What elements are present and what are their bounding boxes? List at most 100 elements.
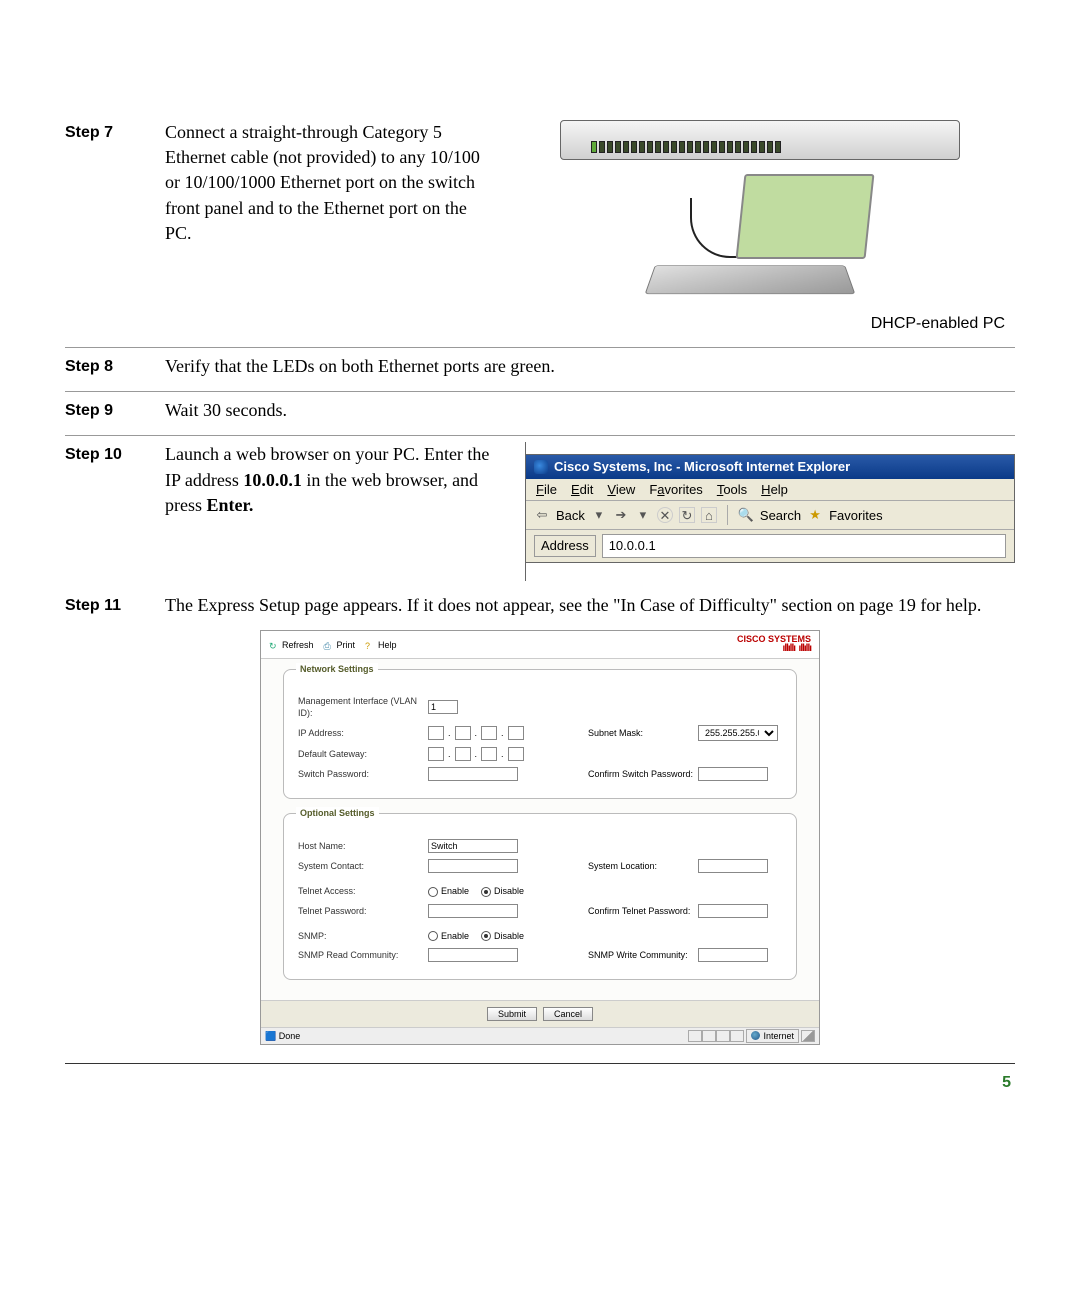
- separator: [727, 505, 728, 525]
- snmp-label: SNMP:: [298, 930, 428, 942]
- status-internet: Internet: [746, 1029, 799, 1043]
- ip-oct-2[interactable]: [455, 726, 471, 740]
- dropdown-icon[interactable]: ▾: [635, 507, 651, 523]
- gw-oct-4[interactable]: [508, 747, 524, 761]
- step-8-label: Step 8: [65, 354, 165, 379]
- network-settings-legend: Network Settings: [296, 663, 378, 675]
- ip-label: IP Address:: [298, 727, 428, 739]
- menu-favorites[interactable]: Favorites: [649, 481, 702, 499]
- laptop-base-icon: [645, 265, 856, 294]
- gw-oct-1[interactable]: [428, 747, 444, 761]
- snmp-write-input[interactable]: [698, 948, 768, 962]
- form-body: Network Settings Management Interface (V…: [261, 659, 819, 1000]
- step-7-label: Step 7: [65, 120, 165, 144]
- gateway-input-group: ...: [428, 747, 578, 761]
- form-top-bar: ↻Refresh ⎙Print ?Help CISCO SYSTEMSıllıl…: [261, 631, 819, 659]
- gw-oct-2[interactable]: [455, 747, 471, 761]
- gateway-label: Default Gateway:: [298, 748, 428, 760]
- refresh-icon[interactable]: ↻: [679, 507, 695, 523]
- location-input[interactable]: [698, 859, 768, 873]
- page-number: 5: [65, 1072, 1015, 1094]
- browser-address-bar: Address 10.0.0.1: [526, 530, 1014, 562]
- menu-file[interactable]: File: [536, 481, 557, 499]
- ip-oct-4[interactable]: [508, 726, 524, 740]
- menu-tools[interactable]: Tools: [717, 481, 747, 499]
- switch-illustration: [560, 120, 960, 160]
- switch-password-label: Switch Password:: [298, 768, 428, 780]
- help-icon: ?: [365, 640, 375, 650]
- telnet-password-label: Telnet Password:: [298, 905, 428, 917]
- confirm-telnet-password-input[interactable]: [698, 904, 768, 918]
- step-10-row: Step 10 Launch a web browser on your PC.…: [65, 442, 1015, 581]
- express-setup-screenshot: ↻Refresh ⎙Print ?Help CISCO SYSTEMSıllıl…: [260, 630, 820, 1045]
- forward-arrow-icon[interactable]: ➔: [613, 507, 629, 523]
- confirm-switch-password-label: Confirm Switch Password:: [578, 768, 698, 780]
- step-11-text: The Express Setup page appears. If it do…: [165, 593, 1015, 618]
- refresh-icon: ↻: [269, 640, 279, 650]
- divider: [525, 442, 1015, 454]
- contact-input[interactable]: [428, 859, 518, 873]
- dhcp-caption: DHCP-enabled PC: [871, 313, 1015, 335]
- menu-view[interactable]: View: [607, 481, 635, 499]
- optional-settings-fieldset: Optional Settings Host Name: System Cont…: [283, 813, 797, 979]
- print-icon: ⎙: [324, 640, 334, 650]
- search-icon[interactable]: 🔍: [738, 507, 754, 523]
- cancel-button[interactable]: Cancel: [543, 1007, 593, 1021]
- ip-oct-3[interactable]: [481, 726, 497, 740]
- vlan-input[interactable]: [428, 700, 458, 714]
- refresh-link[interactable]: ↻Refresh: [269, 639, 314, 651]
- ip-input-group: ...: [428, 726, 578, 740]
- browser-titlebar: Cisco Systems, Inc - Microsoft Internet …: [526, 455, 1014, 479]
- ie-icon: [534, 460, 548, 474]
- step-7-row: Step 7 Connect a straight-through Catego…: [65, 120, 1015, 335]
- host-input[interactable]: [428, 839, 518, 853]
- telnet-access-label: Telnet Access:: [298, 885, 428, 897]
- step-9-text: Wait 30 seconds.: [165, 398, 1015, 423]
- snmp-disable-radio[interactable]: Disable: [481, 930, 524, 942]
- back-button[interactable]: Back: [556, 507, 585, 525]
- resize-grip-icon: [801, 1030, 815, 1042]
- gw-oct-3[interactable]: [481, 747, 497, 761]
- network-settings-fieldset: Network Settings Management Interface (V…: [283, 669, 797, 799]
- step-10-label: Step 10: [65, 442, 165, 466]
- divider: [65, 435, 1015, 436]
- step-11-row: Step 11 The Express Setup page appears. …: [65, 593, 1015, 618]
- switch-ports-icon: [591, 141, 781, 153]
- step-10-figure: Cisco Systems, Inc - Microsoft Internet …: [525, 442, 1015, 581]
- print-link[interactable]: ⎙Print: [324, 639, 356, 651]
- telnet-password-input[interactable]: [428, 904, 518, 918]
- laptop-screen-icon: [736, 174, 875, 259]
- telnet-enable-radio[interactable]: Enable: [428, 885, 469, 897]
- switch-password-input[interactable]: [428, 767, 518, 781]
- step-7-figure: DHCP-enabled PC: [505, 120, 1015, 335]
- telnet-disable-radio[interactable]: Disable: [481, 885, 524, 897]
- status-bar: 🟦 Done Internet: [261, 1028, 819, 1044]
- menu-help[interactable]: Help: [761, 481, 788, 499]
- divider: [65, 391, 1015, 392]
- menu-edit[interactable]: Edit: [571, 481, 593, 499]
- snmp-read-input[interactable]: [428, 948, 518, 962]
- subnet-select[interactable]: 255.255.255.0: [698, 725, 778, 741]
- laptop-illustration: [650, 174, 870, 304]
- snmp-enable-radio[interactable]: Enable: [428, 930, 469, 942]
- help-link[interactable]: ?Help: [365, 639, 397, 651]
- address-field[interactable]: 10.0.0.1: [602, 534, 1006, 558]
- dropdown-icon[interactable]: ▾: [591, 507, 607, 523]
- step-7-text: Connect a straight-through Category 5 Et…: [165, 120, 485, 246]
- address-label: Address: [534, 535, 596, 557]
- stop-icon[interactable]: ✕: [657, 507, 673, 523]
- location-label: System Location:: [578, 860, 698, 872]
- ip-oct-1[interactable]: [428, 726, 444, 740]
- browser-window: Cisco Systems, Inc - Microsoft Internet …: [525, 454, 1015, 563]
- submit-button[interactable]: Submit: [487, 1007, 537, 1021]
- confirm-switch-password-input[interactable]: [698, 767, 768, 781]
- host-label: Host Name:: [298, 840, 428, 852]
- back-arrow-icon[interactable]: ⇦: [534, 507, 550, 523]
- favorites-button[interactable]: Favorites: [829, 507, 882, 525]
- home-icon[interactable]: ⌂: [701, 507, 717, 523]
- step-9-row: Step 9 Wait 30 seconds.: [65, 398, 1015, 423]
- search-button[interactable]: Search: [760, 507, 801, 525]
- step-11-label: Step 11: [65, 593, 165, 618]
- snmp-read-label: SNMP Read Community:: [298, 949, 428, 961]
- favorites-star-icon[interactable]: ★: [807, 507, 823, 523]
